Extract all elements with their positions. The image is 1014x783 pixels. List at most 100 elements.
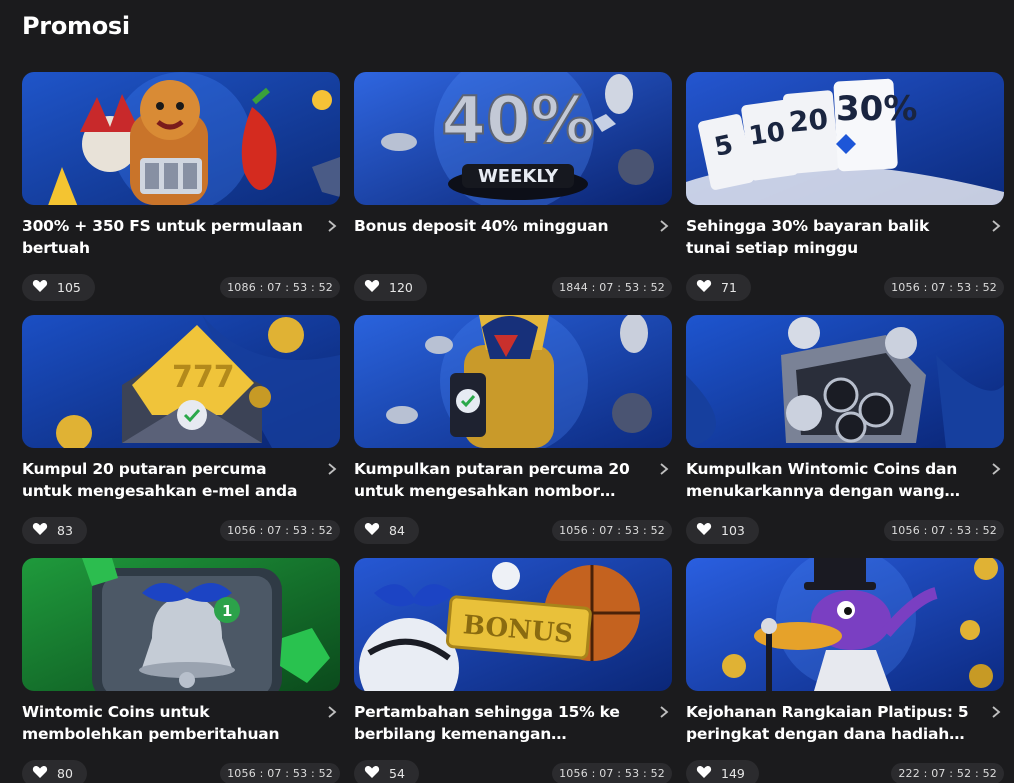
like-button[interactable]: 71	[686, 274, 751, 301]
promo-card[interactable]: 1 Wintomic Coins untuk membolehkan pembe…	[22, 558, 340, 783]
heart-icon	[696, 764, 712, 783]
svg-text:10: 10	[747, 117, 787, 152]
like-count: 54	[389, 766, 405, 781]
banner-text: 30%	[836, 89, 917, 129]
promo-meta: 83 1056 : 07 : 53 : 52	[22, 517, 340, 544]
svg-text:777: 777	[172, 360, 235, 395]
promo-title-row[interactable]: Kumpulkan putaran percuma 20 untuk menge…	[354, 458, 672, 504]
like-button[interactable]: 54	[354, 760, 419, 783]
promo-banner[interactable]	[686, 315, 1004, 448]
like-count: 71	[721, 280, 737, 295]
promo-title-row[interactable]: Kumpul 20 putaran percuma untuk mengesah…	[22, 458, 340, 504]
promo-title: Wintomic Coins untuk membolehkan pemberi…	[22, 703, 280, 743]
promo-title: Kumpulkan Wintomic Coins dan menukarkann…	[686, 460, 958, 500]
promo-banner[interactable]: 40% WEEKLY	[354, 72, 672, 205]
chevron-right-icon[interactable]	[658, 705, 670, 719]
promo-meta: 71 1056 : 07 : 53 : 52	[686, 274, 1004, 301]
heart-icon	[364, 278, 380, 297]
banner-image	[354, 315, 672, 448]
promo-card[interactable]: 300% + 350 FS untuk permulaan bertuah 10…	[22, 72, 340, 302]
promo-card[interactable]: BONUS Pertambahan sehingga 15% ke berbil…	[354, 558, 672, 783]
like-count: 84	[389, 523, 405, 538]
promo-meta: 80 1056 : 07 : 53 : 52	[22, 760, 340, 783]
promo-card[interactable]: 40% WEEKLY Bonus deposit 40% mingguan 12…	[354, 72, 672, 302]
promo-meta: 103 1056 : 07 : 53 : 52	[686, 517, 1004, 544]
heart-icon	[696, 278, 712, 297]
banner-text: 40%	[441, 84, 594, 158]
like-button[interactable]: 103	[686, 517, 759, 544]
chevron-right-icon[interactable]	[326, 705, 338, 719]
heart-icon	[364, 764, 380, 783]
chevron-right-icon[interactable]	[990, 462, 1002, 476]
promo-title-row[interactable]: Pertambahan sehingga 15% ke berbilang ke…	[354, 701, 672, 747]
countdown-timer: 1056 : 07 : 53 : 52	[552, 520, 672, 541]
page-title: Promosi	[22, 12, 130, 40]
countdown-timer: 1056 : 07 : 53 : 52	[220, 763, 340, 783]
promo-title-row[interactable]: 300% + 350 FS untuk permulaan bertuah	[22, 215, 340, 261]
countdown-timer: 222 : 07 : 52 : 52	[891, 763, 1004, 783]
promo-banner[interactable]	[22, 72, 340, 205]
countdown-text: 1086 : 07 : 53 : 52	[227, 281, 333, 294]
promo-title-row[interactable]: Kumpulkan Wintomic Coins dan menukarkann…	[686, 458, 1004, 504]
like-button[interactable]: 120	[354, 274, 427, 301]
chevron-right-icon[interactable]	[658, 219, 670, 233]
heart-icon	[32, 278, 48, 297]
like-count: 103	[721, 523, 745, 538]
like-count: 105	[57, 280, 81, 295]
promo-banner[interactable]: 5 10 20 30%	[686, 72, 1004, 205]
promo-card[interactable]: 777 Kumpul 20 putaran percuma untuk meng…	[22, 315, 340, 545]
like-button[interactable]: 84	[354, 517, 419, 544]
promo-title: Kejohanan Rangkaian Platipus: 5 peringka…	[686, 703, 969, 743]
promo-meta: 54 1056 : 07 : 53 : 52	[354, 760, 672, 783]
chevron-right-icon[interactable]	[326, 462, 338, 476]
countdown-text: 1056 : 07 : 53 : 52	[891, 281, 997, 294]
promo-title-row[interactable]: Sehingga 30% bayaran balik tunai setiap …	[686, 215, 1004, 261]
countdown-text: 1056 : 07 : 53 : 52	[559, 524, 665, 537]
like-count: 83	[57, 523, 73, 538]
promo-banner[interactable]	[354, 315, 672, 448]
promo-banner[interactable]	[686, 558, 1004, 691]
promo-meta: 149 222 : 07 : 52 : 52	[686, 760, 1004, 783]
promo-banner[interactable]: BONUS	[354, 558, 672, 691]
promo-meta: 120 1844 : 07 : 53 : 52	[354, 274, 672, 301]
like-count: 149	[721, 766, 745, 781]
heart-icon	[696, 521, 712, 540]
countdown-text: 222 : 07 : 52 : 52	[898, 767, 997, 780]
promo-banner[interactable]: 1	[22, 558, 340, 691]
heart-icon	[32, 521, 48, 540]
promo-title: Sehingga 30% bayaran balik tunai setiap …	[686, 217, 930, 257]
countdown-timer: 1086 : 07 : 53 : 52	[220, 277, 340, 298]
countdown-timer: 1056 : 07 : 53 : 52	[552, 763, 672, 783]
like-button[interactable]: 105	[22, 274, 95, 301]
banner-image: BONUS	[354, 558, 672, 691]
countdown-timer: 1844 : 07 : 53 : 52	[552, 277, 672, 298]
like-button[interactable]: 83	[22, 517, 87, 544]
countdown-text: 1056 : 07 : 53 : 52	[227, 767, 333, 780]
like-button[interactable]: 149	[686, 760, 759, 783]
chevron-right-icon[interactable]	[990, 705, 1002, 719]
countdown-timer: 1056 : 07 : 53 : 52	[220, 520, 340, 541]
countdown-text: 1056 : 07 : 53 : 52	[891, 524, 997, 537]
promo-meta: 84 1056 : 07 : 53 : 52	[354, 517, 672, 544]
promo-card[interactable]: Kumpulkan putaran percuma 20 untuk menge…	[354, 315, 672, 545]
countdown-text: 1844 : 07 : 53 : 52	[559, 281, 665, 294]
chevron-right-icon[interactable]	[658, 462, 670, 476]
promo-title-row[interactable]: Kejohanan Rangkaian Platipus: 5 peringka…	[686, 701, 1004, 747]
promo-title: 300% + 350 FS untuk permulaan bertuah	[22, 217, 303, 257]
promo-title-row[interactable]: Wintomic Coins untuk membolehkan pemberi…	[22, 701, 340, 747]
promo-card[interactable]: 5 10 20 30% Sehingga 30% bayaran balik t…	[686, 72, 1004, 302]
promo-banner[interactable]: 777	[22, 315, 340, 448]
promo-card[interactable]: Kejohanan Rangkaian Platipus: 5 peringka…	[686, 558, 1004, 783]
like-button[interactable]: 80	[22, 760, 87, 783]
banner-image: 777	[22, 315, 340, 448]
banner-image	[686, 558, 1004, 691]
chevron-right-icon[interactable]	[326, 219, 338, 233]
banner-image: 1	[22, 558, 340, 691]
like-count: 80	[57, 766, 73, 781]
svg-text:20: 20	[788, 103, 830, 139]
chevron-right-icon[interactable]	[990, 219, 1002, 233]
countdown-timer: 1056 : 07 : 53 : 52	[884, 520, 1004, 541]
promo-title-row[interactable]: Bonus deposit 40% mingguan	[354, 215, 672, 261]
promo-title: Kumpulkan putaran percuma 20 untuk menge…	[354, 460, 630, 500]
promo-card[interactable]: Kumpulkan Wintomic Coins dan menukarkann…	[686, 315, 1004, 545]
